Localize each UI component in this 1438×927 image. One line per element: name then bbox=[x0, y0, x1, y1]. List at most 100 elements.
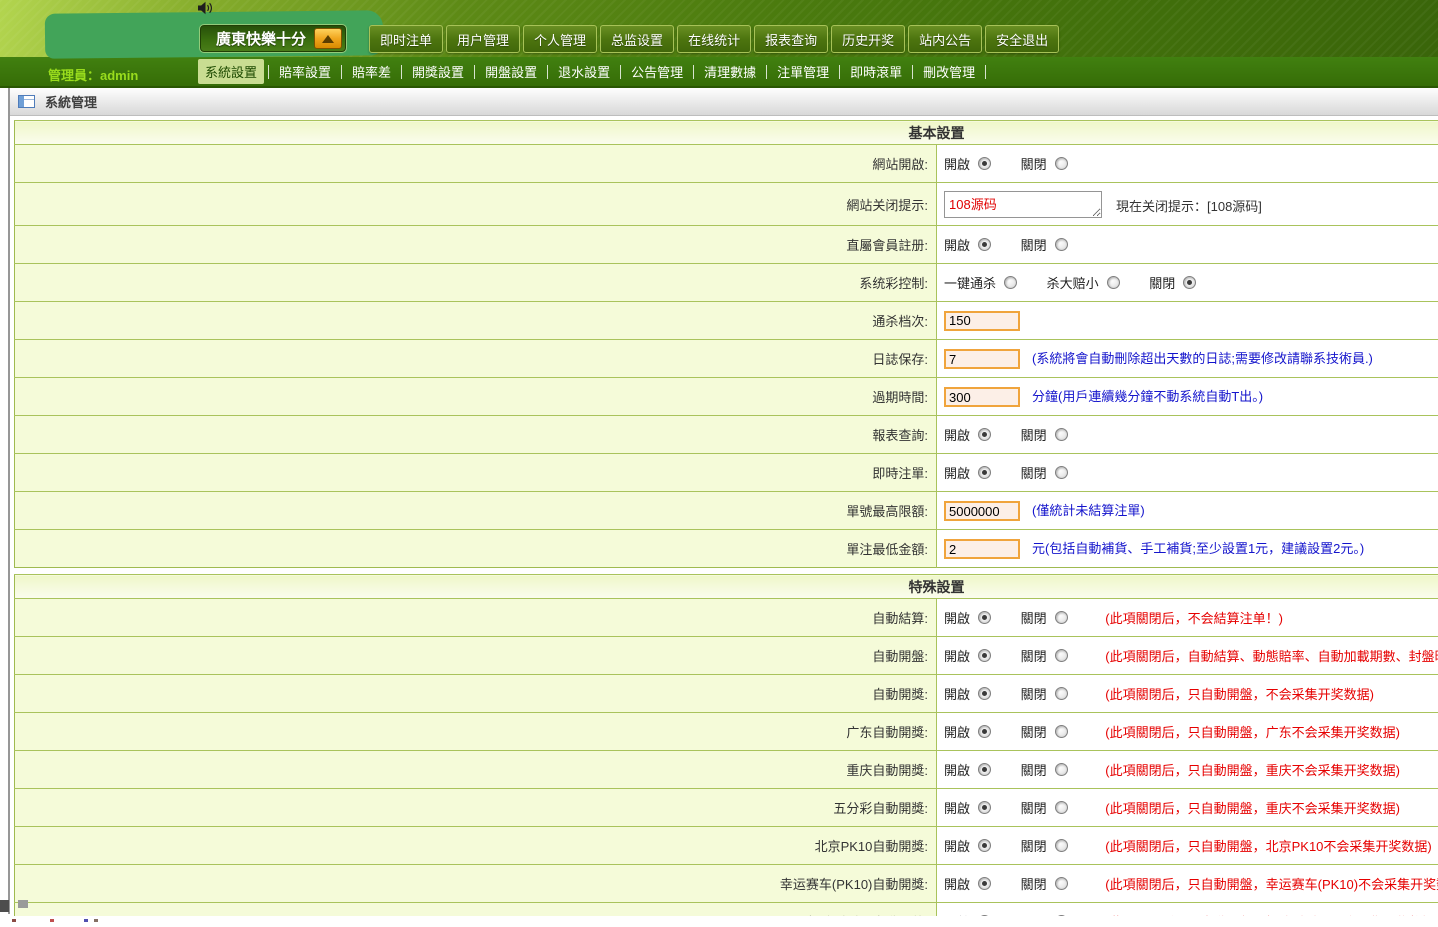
menu-item-instant-bets[interactable]: 即时注单 bbox=[369, 25, 443, 53]
field-label: 直屬會員註册: bbox=[15, 226, 937, 264]
tab-open-settings[interactable]: 開盤設置 bbox=[476, 59, 546, 84]
radio-button[interactable] bbox=[978, 839, 991, 852]
tab-odds-settings[interactable]: 賠率設置 bbox=[270, 59, 340, 84]
radio-option-off[interactable]: 關閉 bbox=[1021, 235, 1068, 254]
radio-button[interactable] bbox=[978, 157, 991, 170]
radio-label: 開啟 bbox=[944, 874, 970, 893]
radio-button[interactable] bbox=[978, 801, 991, 814]
radio-button[interactable] bbox=[978, 763, 991, 776]
close-notice-textarea[interactable]: 108源码 bbox=[944, 191, 1102, 218]
radio-label: 一键通杀 bbox=[944, 273, 996, 292]
radio-option-on[interactable]: 開啟 bbox=[944, 425, 991, 444]
radio-option-off[interactable]: 關閉 bbox=[1021, 425, 1068, 444]
tab-live-rolling[interactable]: 即時滾單 bbox=[841, 59, 911, 84]
radio-button[interactable] bbox=[1055, 763, 1068, 776]
tab-rebate-settings[interactable]: 退水設置 bbox=[549, 59, 619, 84]
menu-item-personal-mgmt[interactable]: 个人管理 bbox=[523, 25, 597, 53]
kill-level-input[interactable] bbox=[944, 311, 1020, 331]
tab-draw-settings[interactable]: 開獎設置 bbox=[403, 59, 473, 84]
radio-button[interactable] bbox=[978, 611, 991, 624]
menu-item-report-query[interactable]: 报表查询 bbox=[754, 25, 828, 53]
radio-button[interactable] bbox=[1055, 611, 1068, 624]
radio-option-on[interactable]: 開啟 bbox=[944, 235, 991, 254]
radio-option-off[interactable]: 關閉 bbox=[1021, 154, 1068, 173]
settings-row-close-notice: 網站关闭提示: 108源码 現在关闭提示：[108源码] bbox=[15, 183, 1438, 226]
field-label: 網站关闭提示: bbox=[15, 183, 937, 226]
radio-option-off[interactable]: 關閉 bbox=[1021, 684, 1068, 703]
speaker-icon[interactable] bbox=[197, 1, 213, 15]
radio-option-off[interactable]: 關閉 bbox=[1021, 874, 1068, 893]
settings-tabs: 系統設置 賠率設置 賠率差 開獎設置 開盤設置 退水設置 公告管理 清理數據 注… bbox=[198, 57, 987, 86]
radio-button[interactable] bbox=[978, 649, 991, 662]
tab-system-settings[interactable]: 系統設置 bbox=[198, 59, 264, 84]
radio-option-off[interactable]: 關閉 bbox=[1021, 836, 1068, 855]
radio-button[interactable] bbox=[1055, 801, 1068, 814]
field-label: 即時注單: bbox=[15, 454, 937, 492]
min-bet-amount-input[interactable] bbox=[944, 539, 1020, 559]
tab-bet-mgmt[interactable]: 注單管理 bbox=[768, 59, 838, 84]
radio-button[interactable] bbox=[1055, 238, 1068, 251]
radio-button[interactable] bbox=[1055, 428, 1068, 441]
radio-button[interactable] bbox=[978, 687, 991, 700]
menu-item-history-draws[interactable]: 历史开奖 bbox=[831, 25, 905, 53]
field-label: 自動開獎: bbox=[15, 675, 937, 713]
settings-row-lucky-racing-auto-draw: 幸运赛车(PK10)自動開獎: 開啟 關閉 (此項關閉后，只自動開盤，幸运赛车(… bbox=[15, 865, 1438, 903]
radio-button[interactable] bbox=[978, 877, 991, 890]
radio-button[interactable] bbox=[1107, 276, 1120, 289]
tab-clean-data[interactable]: 清理數據 bbox=[695, 59, 765, 84]
radio-option-on[interactable]: 開啟 bbox=[944, 722, 991, 741]
menu-item-director-set[interactable]: 总监设置 bbox=[600, 25, 674, 53]
menu-item-safe-logout[interactable]: 安全退出 bbox=[985, 25, 1059, 53]
radio-option-on[interactable]: 開啟 bbox=[944, 798, 991, 817]
tab-edit-mgmt[interactable]: 刪改管理 bbox=[914, 59, 984, 84]
expire-minutes-input[interactable] bbox=[944, 387, 1020, 407]
radio-button[interactable] bbox=[1055, 725, 1068, 738]
radio-option-on[interactable]: 開啟 bbox=[944, 608, 991, 627]
radio-button[interactable] bbox=[1055, 687, 1068, 700]
page-title: 系統管理 bbox=[45, 92, 97, 111]
viewport-bottom-mask bbox=[0, 916, 1438, 927]
tab-separator bbox=[401, 65, 402, 79]
radio-option-on[interactable]: 開啟 bbox=[944, 646, 991, 665]
radio-option-on[interactable]: 開啟 bbox=[944, 154, 991, 173]
radio-option-on[interactable]: 開啟 bbox=[944, 874, 991, 893]
breadcrumb: 系統管理 bbox=[10, 88, 1438, 116]
radio-button[interactable] bbox=[1055, 839, 1068, 852]
radio-button[interactable] bbox=[978, 725, 991, 738]
radio-button[interactable] bbox=[1183, 276, 1196, 289]
radio-button[interactable] bbox=[978, 466, 991, 479]
radio-option-on[interactable]: 開啟 bbox=[944, 760, 991, 779]
radio-option-off[interactable]: 關閉 bbox=[1021, 760, 1068, 779]
radio-option-off[interactable]: 關閉 bbox=[1021, 722, 1068, 741]
radio-option-off[interactable]: 關閉 bbox=[1021, 608, 1068, 627]
menu-item-site-notice[interactable]: 站内公告 bbox=[908, 25, 982, 53]
radio-option-kill-big[interactable]: 杀大赔小 bbox=[1047, 273, 1120, 292]
radio-option-off[interactable]: 關閉 bbox=[1021, 798, 1068, 817]
radio-label: 關閉 bbox=[1021, 425, 1047, 444]
radio-label: 開啟 bbox=[944, 608, 970, 627]
radio-option-on[interactable]: 開啟 bbox=[944, 684, 991, 703]
section-title: 基本設置 bbox=[15, 121, 1438, 145]
radio-option-off[interactable]: 關閉 bbox=[1021, 646, 1068, 665]
radio-label: 關閉 bbox=[1021, 154, 1047, 173]
radio-button[interactable] bbox=[978, 428, 991, 441]
radio-option-off[interactable]: 關閉 bbox=[1149, 273, 1196, 292]
dropdown-toggle-button[interactable] bbox=[314, 28, 342, 49]
radio-option-on[interactable]: 開啟 bbox=[944, 836, 991, 855]
tab-odds-diff[interactable]: 賠率差 bbox=[343, 59, 400, 84]
radio-button[interactable] bbox=[978, 238, 991, 251]
radio-button[interactable] bbox=[1055, 649, 1068, 662]
menu-item-user-mgmt[interactable]: 用户管理 bbox=[446, 25, 520, 53]
radio-option-off[interactable]: 關閉 bbox=[1021, 463, 1068, 482]
radio-button[interactable] bbox=[1055, 157, 1068, 170]
menu-item-online-stats[interactable]: 在线统计 bbox=[677, 25, 751, 53]
radio-option-kill-all[interactable]: 一键通杀 bbox=[944, 273, 1017, 292]
radio-button[interactable] bbox=[1055, 877, 1068, 890]
game-selector-dropdown[interactable]: 廣東快樂十分 bbox=[200, 25, 346, 52]
radio-option-on[interactable]: 開啟 bbox=[944, 463, 991, 482]
radio-button[interactable] bbox=[1055, 466, 1068, 479]
max-order-limit-input[interactable] bbox=[944, 501, 1020, 521]
log-keep-days-input[interactable] bbox=[944, 349, 1020, 369]
tab-notice-mgmt[interactable]: 公告管理 bbox=[622, 59, 692, 84]
radio-button[interactable] bbox=[1004, 276, 1017, 289]
